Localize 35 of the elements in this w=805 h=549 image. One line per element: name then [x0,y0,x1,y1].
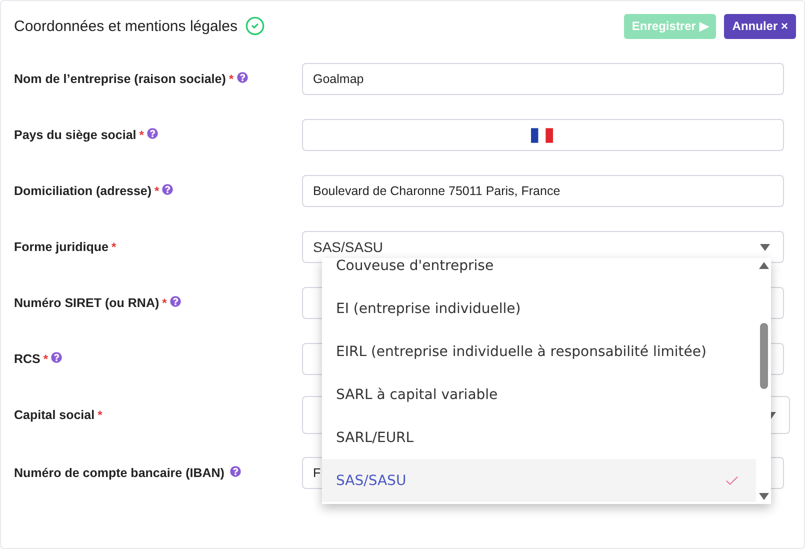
help-icon[interactable] [230,466,242,477]
scroll-up-icon[interactable] [758,262,768,269]
dropdown-option[interactable]: SARL/EURL [322,416,756,459]
required-mark: * [228,72,234,86]
required-mark: * [154,184,160,198]
required-mark: * [111,240,116,254]
help-icon[interactable] [162,184,174,195]
field-label: Domiciliation (adresse) [14,184,152,198]
input-field[interactable]: Boulevard de Charonne 75011 Paris, France [302,175,784,207]
help-icon[interactable] [236,72,248,83]
section-title: Coordonnées et mentions légales [14,18,238,34]
field-label: Numéro de compte bancaire (IBAN) [14,466,224,480]
caret-icon[interactable] [760,244,770,250]
field-label: Forme juridique [14,240,108,254]
field-label: Nom de l’entreprise (raison sociale) [14,72,226,86]
input-field[interactable]: Goalmap [302,63,784,95]
help-icon[interactable] [51,352,62,363]
dropdown-option[interactable]: SARL à capital variable [322,373,756,416]
dropdown-option[interactable]: EI (entreprise individuelle) [322,287,756,330]
required-mark: * [139,128,144,142]
required-mark: * [162,296,167,310]
cancel-button[interactable]: Annuler × [724,14,796,38]
field-label: Pays du siège social [14,128,136,142]
dropdown-option[interactable]: EIRL (entreprise individuelle à responsabilité limitée) [322,330,756,373]
field-label: Numéro SIRET (ou RNA) [14,296,160,310]
scroll-down-icon[interactable] [758,493,768,500]
help-icon[interactable] [170,296,181,307]
scrollbar-thumb[interactable] [760,323,768,389]
help-icon[interactable] [146,128,158,139]
required-mark: * [43,352,48,366]
field-label: RCS [14,352,40,366]
flag-icon [530,128,552,142]
dropdown-option[interactable]: SAS/SASU [322,459,756,502]
field-label: Capital social [14,408,95,422]
required-mark: * [98,408,102,422]
